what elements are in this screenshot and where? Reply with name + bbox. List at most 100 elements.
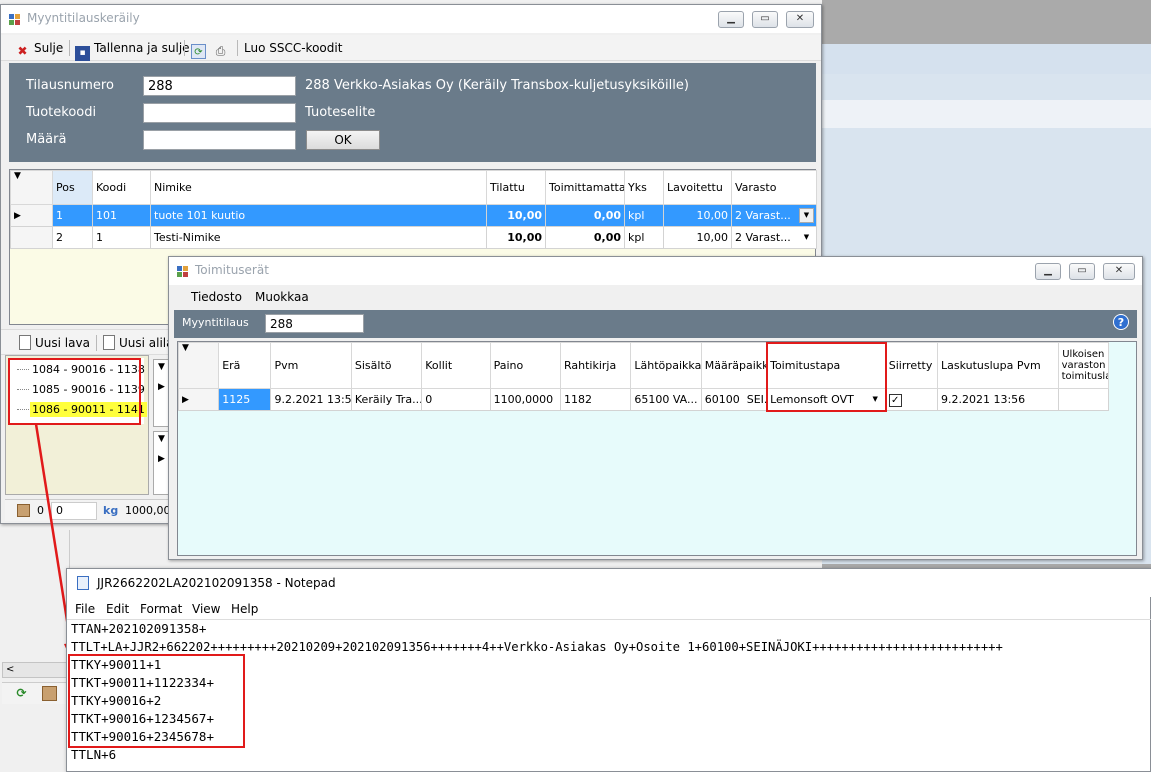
cell-paino[interactable]: 1100,0000	[489, 388, 562, 411]
toolbar-separator	[237, 40, 238, 56]
cell-tilattu: 10,00	[486, 226, 546, 249]
grid-header: ▼ Pos Koodi Nimike Tilattu Toimittamatta…	[10, 170, 817, 205]
dropdown-arrow-icon[interactable]: ▼	[799, 208, 814, 223]
cell-kollit[interactable]: 0	[421, 388, 491, 411]
count-2: 0	[56, 504, 63, 517]
refresh-icon: ⟳	[191, 44, 206, 59]
menu-format[interactable]: Format	[140, 602, 182, 616]
varasto-value: 2 Varast...	[735, 231, 791, 244]
dropdown-arrow-icon[interactable]: ▼	[799, 230, 814, 245]
new-pallet-button[interactable]: Uusi lava	[19, 335, 90, 351]
col-kollit[interactable]: Kollit	[421, 342, 491, 389]
column-chooser[interactable]: ▼	[10, 170, 53, 205]
col-nimike[interactable]: Nimike	[150, 170, 487, 205]
menu-help[interactable]: Help	[231, 602, 258, 616]
cell-laskutuslupa[interactable]: 9.2.2021 13:56	[936, 388, 1059, 411]
x-icon: ✖	[17, 44, 28, 58]
close-window-button[interactable]: ✕	[1103, 263, 1135, 280]
cell-siirretty[interactable]: ✓	[884, 388, 938, 411]
text-line: TTAN+202102091358+	[71, 621, 207, 636]
col-rahtikirja[interactable]: Rahtikirja	[559, 342, 632, 389]
cell-lavoitettu: 10,00	[663, 204, 732, 227]
col-siirretty[interactable]: Siirretty	[884, 342, 938, 389]
table-row[interactable]: ▶ 1 101 tuote 101 kuutio 10,00 0,00 kpl …	[10, 204, 817, 227]
box-icon	[17, 504, 30, 517]
cell-lavoitettu: 10,00	[663, 226, 732, 249]
col-sisalto[interactable]: Sisältö	[350, 342, 423, 389]
background-app-strip	[822, 100, 1151, 128]
count-2-field: 0	[51, 502, 97, 520]
cell-era[interactable]: 1125	[218, 388, 272, 411]
window-title: Myyntitilauskeräily	[27, 11, 140, 25]
col-lahtopaikka[interactable]: Lähtöpaikka	[630, 342, 702, 389]
order-panel: Tilausnumero 288 288 Verkko-Asiakas Oy (…	[9, 63, 816, 162]
product-input[interactable]	[143, 103, 296, 123]
refresh-button[interactable]: ⟳	[191, 40, 210, 59]
cell-nimike: Testi-Nimike	[150, 226, 487, 249]
cell-sisalto[interactable]: Keräily Tra...	[350, 388, 423, 411]
cell-yks: kpl	[624, 226, 664, 249]
sales-order-input[interactable]: 288	[265, 314, 364, 333]
new-subpallet-button[interactable]: Uusi alila	[103, 335, 174, 351]
ok-button[interactable]: OK	[306, 130, 380, 150]
sales-order-label: Myyntitilaus	[182, 316, 249, 329]
cell-lahtopaikka[interactable]: 65100 VA...	[630, 388, 702, 411]
menu-file[interactable]: File	[75, 602, 95, 616]
menu-tiedosto[interactable]: Tiedosto	[191, 290, 242, 304]
table-row[interactable]: 2 1 Testi-Nimike 10,00 0,00 kpl 10,00 2 …	[10, 226, 817, 249]
cell-pvm[interactable]: 9.2.2021 13:56	[270, 388, 352, 411]
print-button[interactable]: ⎙	[213, 40, 232, 58]
save-close-button[interactable]: ▪ Tallenna ja sulje	[75, 40, 190, 61]
menu-view[interactable]: View	[192, 602, 220, 616]
box-icon[interactable]	[42, 686, 57, 701]
batches-titlebar: Toimituserät ▁ ▭ ✕	[169, 257, 1142, 285]
col-lavoitettu[interactable]: Lavoitettu	[663, 170, 732, 205]
minimize-button[interactable]: ▁	[1035, 263, 1061, 280]
col-ulkoisen[interactable]: Ulkoisen varaston toimitusla	[1057, 342, 1110, 389]
quantity-input[interactable]	[143, 130, 296, 150]
table-row[interactable]: ▶ 1125 9.2.2021 13:56 Keräily Tra... 0 1…	[177, 388, 1110, 411]
col-maarapaikka[interactable]: Määräpaikka	[700, 342, 768, 389]
printer-icon: ⎙	[215, 44, 226, 58]
menu-edit[interactable]: Edit	[106, 602, 129, 616]
checkbox-checked[interactable]: ✓	[888, 393, 902, 407]
col-toimittamatta[interactable]: Toimittamatta	[545, 170, 625, 205]
refresh-icon[interactable]: ⟳	[14, 686, 29, 701]
col-yks[interactable]: Yks	[624, 170, 664, 205]
menu-bar: Tiedosto Muokkaa	[169, 285, 1142, 309]
row-indicator	[10, 226, 53, 249]
maximize-button[interactable]: ▭	[1069, 263, 1095, 280]
order-input[interactable]: 288	[143, 76, 296, 96]
notepad-title: JJR2662202LA202102091358 - Notepad	[97, 576, 336, 590]
close-button[interactable]: ✖ Sulje	[15, 40, 63, 58]
cell-tilattu: 10,00	[486, 204, 546, 227]
maximize-button[interactable]: ▭	[752, 11, 778, 28]
cell-varasto[interactable]: 2 Varast... ▼	[731, 204, 817, 227]
cell-pos: 1	[52, 204, 93, 227]
col-koodi[interactable]: Koodi	[92, 170, 151, 205]
col-varasto[interactable]: Varasto	[731, 170, 817, 205]
cell-ulkoisen[interactable]	[1057, 388, 1110, 411]
col-pvm[interactable]: Pvm	[270, 342, 352, 389]
cell-toimittamatta: 0,00	[545, 226, 625, 249]
help-icon[interactable]: ?	[1113, 314, 1129, 330]
cell-pos: 2	[52, 226, 93, 249]
bottom-scrollbar[interactable]: <	[2, 662, 68, 678]
menu-muokkaa[interactable]: Muokkaa	[255, 290, 309, 304]
col-era[interactable]: Erä	[218, 342, 272, 389]
cell-varasto[interactable]: 2 Varast... ▼	[731, 226, 817, 249]
cell-rahtikirja[interactable]: 1182	[559, 388, 632, 411]
quantity-label: Määrä	[26, 132, 67, 147]
cell-maarapaikka[interactable]: 60100 SEI...	[700, 388, 768, 411]
status-bar: 0 0 kg 1000,00	[5, 499, 173, 521]
varasto-value: 2 Varast...	[735, 209, 791, 222]
close-window-button[interactable]: ✕	[786, 11, 814, 28]
col-paino[interactable]: Paino	[489, 342, 562, 389]
minimize-button[interactable]: ▁	[718, 11, 744, 28]
create-sscc-button[interactable]: Luo SSCC-koodit	[244, 40, 342, 56]
col-pos[interactable]: Pos	[52, 170, 93, 205]
column-chooser[interactable]: ▼	[177, 342, 220, 389]
col-tilattu[interactable]: Tilattu	[486, 170, 546, 205]
col-laskutuslupa[interactable]: Laskutuslupa Pvm	[936, 342, 1059, 389]
save-icon: ▪	[75, 46, 90, 61]
